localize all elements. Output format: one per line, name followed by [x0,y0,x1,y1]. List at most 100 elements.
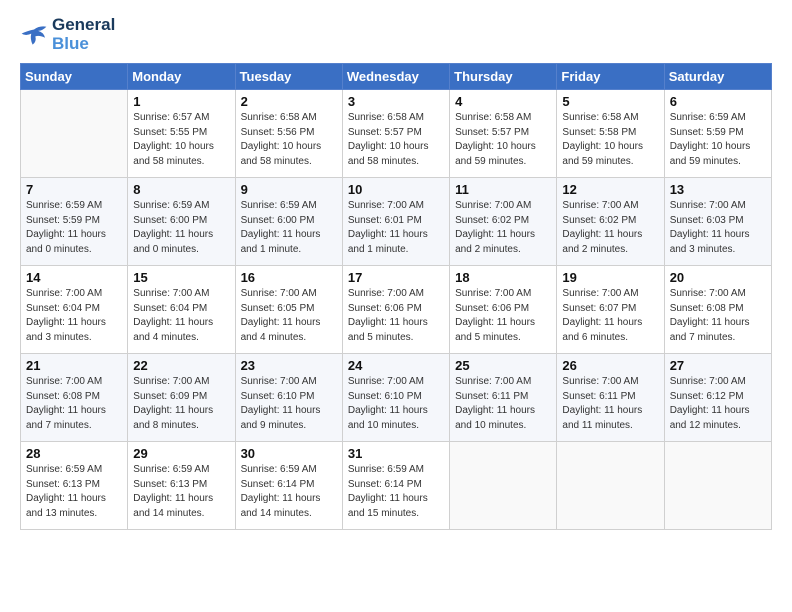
day-number: 30 [241,446,337,461]
calendar-day-cell: 25Sunrise: 7:00 AM Sunset: 6:11 PM Dayli… [450,354,557,442]
day-number: 8 [133,182,229,197]
day-info: Sunrise: 7:00 AM Sunset: 6:11 PM Dayligh… [562,375,658,433]
calendar-day-cell: 4 Sunrise: 6:58 AM Sunset: 5:57 PM Daylig… [450,90,557,178]
day-info: Sunrise: 7:00 AM Sunset: 6:02 PM Dayligh… [562,199,658,257]
calendar-day-cell: 15 Sunrise: 7:00 AM Sunset: 6:04 PM Dayli… [128,266,235,354]
day-number: 16 [241,270,337,285]
day-number: 3 [348,94,444,109]
logo-icon [20,24,48,46]
day-number: 23 [241,358,337,373]
day-number: 9 [241,182,337,197]
day-number: 25 [455,358,551,373]
logo-text-general: General [52,16,115,35]
calendar-day-cell [557,442,664,530]
calendar-day-cell: 20Sunrise: 7:00 AM Sunset: 6:08 PM Dayli… [664,266,771,354]
calendar-week-row: 21 Sunrise: 7:00 AM Sunset: 6:08 PM Dayli… [21,354,772,442]
day-info: Sunrise: 6:59 AM Sunset: 6:00 PM Dayligh… [241,199,337,257]
day-number: 7 [26,182,122,197]
day-number: 21 [26,358,122,373]
day-info: Sunrise: 6:59 AM Sunset: 5:59 PM Dayligh… [670,111,766,169]
calendar-day-cell: 10 Sunrise: 7:00 AM Sunset: 6:01 PM Dayli… [342,178,449,266]
calendar-week-row: 1Sunrise: 6:57 AM Sunset: 5:55 PM Daylig… [21,90,772,178]
day-number: 2 [241,94,337,109]
day-number: 10 [348,182,444,197]
calendar-table: SundayMondayTuesdayWednesdayThursdayFrid… [20,63,772,530]
day-info: Sunrise: 6:59 AM Sunset: 6:13 PM Dayligh… [133,463,229,521]
calendar-day-cell: 2 Sunrise: 6:58 AM Sunset: 5:56 PM Daylig… [235,90,342,178]
day-number: 4 [455,94,551,109]
day-info: Sunrise: 6:59 AM Sunset: 6:13 PM Dayligh… [26,463,122,521]
day-number: 29 [133,446,229,461]
weekday-header-cell: Friday [557,64,664,90]
calendar-day-cell: 5 Sunrise: 6:58 AM Sunset: 5:58 PM Daylig… [557,90,664,178]
day-number: 27 [670,358,766,373]
day-info: Sunrise: 7:00 AM Sunset: 6:05 PM Dayligh… [241,287,337,345]
calendar-day-cell: 29 Sunrise: 6:59 AM Sunset: 6:13 PM Dayli… [128,442,235,530]
day-info: Sunrise: 7:00 AM Sunset: 6:07 PM Dayligh… [562,287,658,345]
day-info: Sunrise: 7:00 AM Sunset: 6:10 PM Dayligh… [348,375,444,433]
calendar-day-cell [664,442,771,530]
day-info: Sunrise: 7:00 AM Sunset: 6:09 PM Dayligh… [133,375,229,433]
day-info: Sunrise: 7:00 AM Sunset: 6:01 PM Dayligh… [348,199,444,257]
calendar-body: 1Sunrise: 6:57 AM Sunset: 5:55 PM Daylig… [21,90,772,530]
day-number: 22 [133,358,229,373]
day-info: Sunrise: 6:58 AM Sunset: 5:57 PM Dayligh… [455,111,551,169]
calendar-day-cell: 1Sunrise: 6:57 AM Sunset: 5:55 PM Daylig… [128,90,235,178]
day-number: 13 [670,182,766,197]
calendar-day-cell: 12 Sunrise: 7:00 AM Sunset: 6:02 PM Dayli… [557,178,664,266]
calendar-week-row: 28Sunrise: 6:59 AM Sunset: 6:13 PM Dayli… [21,442,772,530]
day-info: Sunrise: 7:00 AM Sunset: 6:04 PM Dayligh… [26,287,122,345]
weekday-header-cell: Thursday [450,64,557,90]
calendar-day-cell: 9 Sunrise: 6:59 AM Sunset: 6:00 PM Daylig… [235,178,342,266]
day-number: 17 [348,270,444,285]
day-info: Sunrise: 7:00 AM Sunset: 6:12 PM Dayligh… [670,375,766,433]
calendar-day-cell: 24Sunrise: 7:00 AM Sunset: 6:10 PM Dayli… [342,354,449,442]
day-number: 5 [562,94,658,109]
day-info: Sunrise: 7:00 AM Sunset: 6:03 PM Dayligh… [670,199,766,257]
calendar-week-row: 14 Sunrise: 7:00 AM Sunset: 6:04 PM Dayli… [21,266,772,354]
day-number: 12 [562,182,658,197]
day-info: Sunrise: 6:59 AM Sunset: 6:14 PM Dayligh… [241,463,337,521]
day-number: 15 [133,270,229,285]
weekday-header-cell: Tuesday [235,64,342,90]
day-info: Sunrise: 7:00 AM Sunset: 6:06 PM Dayligh… [455,287,551,345]
day-number: 14 [26,270,122,285]
calendar-day-cell: 18 Sunrise: 7:00 AM Sunset: 6:06 PM Dayli… [450,266,557,354]
calendar-day-cell: 22 Sunrise: 7:00 AM Sunset: 6:09 PM Dayli… [128,354,235,442]
day-info: Sunrise: 7:00 AM Sunset: 6:02 PM Dayligh… [455,199,551,257]
day-info: Sunrise: 7:00 AM Sunset: 6:10 PM Dayligh… [241,375,337,433]
day-info: Sunrise: 6:58 AM Sunset: 5:56 PM Dayligh… [241,111,337,169]
day-number: 6 [670,94,766,109]
day-number: 19 [562,270,658,285]
weekday-header-cell: Sunday [21,64,128,90]
calendar-day-cell: 3 Sunrise: 6:58 AM Sunset: 5:57 PM Daylig… [342,90,449,178]
calendar-day-cell: 23 Sunrise: 7:00 AM Sunset: 6:10 PM Dayli… [235,354,342,442]
calendar-week-row: 7 Sunrise: 6:59 AM Sunset: 5:59 PM Daylig… [21,178,772,266]
day-info: Sunrise: 6:58 AM Sunset: 5:58 PM Dayligh… [562,111,658,169]
day-info: Sunrise: 6:59 AM Sunset: 5:59 PM Dayligh… [26,199,122,257]
calendar-day-cell: 16 Sunrise: 7:00 AM Sunset: 6:05 PM Dayli… [235,266,342,354]
calendar-day-cell: 13 Sunrise: 7:00 AM Sunset: 6:03 PM Dayli… [664,178,771,266]
weekday-header-row: SundayMondayTuesdayWednesdayThursdayFrid… [21,64,772,90]
day-info: Sunrise: 7:00 AM Sunset: 6:08 PM Dayligh… [26,375,122,433]
calendar-day-cell: 19 Sunrise: 7:00 AM Sunset: 6:07 PM Dayli… [557,266,664,354]
day-info: Sunrise: 7:00 AM Sunset: 6:06 PM Dayligh… [348,287,444,345]
logo-text-blue: Blue [52,35,115,54]
calendar-day-cell: 14 Sunrise: 7:00 AM Sunset: 6:04 PM Dayli… [21,266,128,354]
day-info: Sunrise: 6:59 AM Sunset: 6:00 PM Dayligh… [133,199,229,257]
calendar-day-cell: 7 Sunrise: 6:59 AM Sunset: 5:59 PM Daylig… [21,178,128,266]
day-number: 26 [562,358,658,373]
calendar-day-cell: 26 Sunrise: 7:00 AM Sunset: 6:11 PM Dayli… [557,354,664,442]
day-info: Sunrise: 7:00 AM Sunset: 6:08 PM Dayligh… [670,287,766,345]
day-info: Sunrise: 6:57 AM Sunset: 5:55 PM Dayligh… [133,111,229,169]
day-info: Sunrise: 7:00 AM Sunset: 6:04 PM Dayligh… [133,287,229,345]
weekday-header-cell: Wednesday [342,64,449,90]
day-number: 18 [455,270,551,285]
calendar-container: General Blue SundayMondayTuesdayWednesda… [0,0,792,540]
day-number: 31 [348,446,444,461]
day-info: Sunrise: 6:58 AM Sunset: 5:57 PM Dayligh… [348,111,444,169]
day-info: Sunrise: 6:59 AM Sunset: 6:14 PM Dayligh… [348,463,444,521]
calendar-day-cell: 11Sunrise: 7:00 AM Sunset: 6:02 PM Dayli… [450,178,557,266]
calendar-day-cell [21,90,128,178]
calendar-day-cell: 17 Sunrise: 7:00 AM Sunset: 6:06 PM Dayli… [342,266,449,354]
